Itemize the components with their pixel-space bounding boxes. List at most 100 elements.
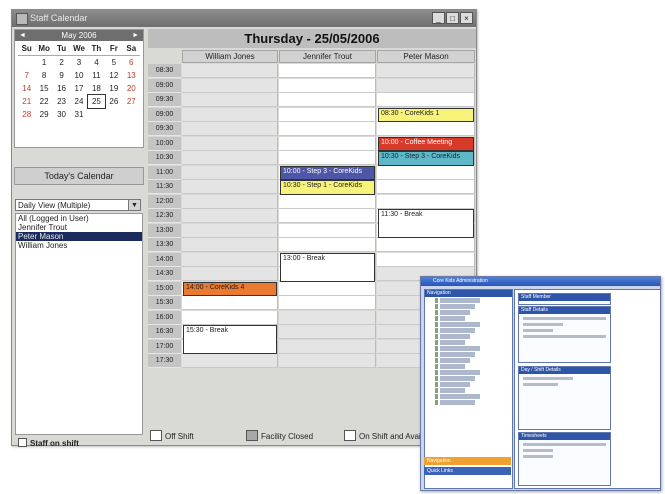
schedule-cell[interactable] (182, 93, 278, 107)
calendar-day[interactable]: 29 (35, 108, 52, 121)
maximize-button[interactable]: □ (446, 12, 459, 24)
minimize-button[interactable]: _ (432, 12, 445, 24)
checkbox-icon[interactable] (18, 438, 27, 447)
calendar-day[interactable]: 6 (123, 56, 140, 69)
calendar-day[interactable]: 10 (70, 69, 87, 82)
calendar-day[interactable]: 31 (70, 108, 87, 121)
calendar-day[interactable]: 15 (35, 82, 52, 95)
inset-nav-tree-item[interactable] (435, 316, 465, 321)
calendar-day[interactable]: 30 (53, 108, 70, 121)
calendar-day[interactable]: 20 (123, 82, 140, 95)
calendar-day[interactable]: 7 (18, 69, 35, 82)
schedule-cell[interactable] (279, 93, 376, 107)
calendar-day[interactable]: 22 (35, 95, 52, 108)
calendar-day[interactable]: 3 (70, 56, 87, 69)
schedule-cell[interactable] (377, 122, 475, 136)
view-select[interactable]: Daily View (Multiple) ▼ (15, 199, 141, 211)
inset-nav-tree-item[interactable] (435, 382, 470, 387)
inset-tab-quick-links[interactable]: Quick Links (424, 467, 511, 475)
inset-nav-tree-item[interactable] (435, 346, 480, 351)
inset-nav-tree-item[interactable] (435, 310, 470, 315)
inset-nav-tree-item[interactable] (435, 334, 470, 339)
schedule-cell[interactable] (182, 136, 278, 151)
title-bar[interactable]: Staff Calendar _ □ × (12, 10, 476, 27)
calendar-day[interactable]: 25 (86, 94, 107, 109)
appointment-block[interactable]: 11:30 - Break (378, 209, 474, 238)
calendar-day[interactable]: 12 (105, 69, 122, 82)
schedule-cell[interactable] (182, 354, 278, 368)
user-list-item[interactable]: William Jones (16, 241, 142, 250)
schedule-cell[interactable] (182, 194, 278, 209)
schedule-cell[interactable] (279, 281, 376, 296)
appointment-block[interactable]: 10:00 - Step 3 - CoreKids (280, 165, 375, 180)
schedule-cell[interactable] (182, 64, 278, 78)
schedule-cell[interactable] (279, 238, 376, 252)
appointment-block[interactable]: 10:30 - Step 1 - CoreKids (280, 180, 375, 195)
inset-nav-tree-item[interactable] (435, 394, 480, 399)
schedule-cell[interactable] (377, 93, 475, 107)
calendar-day[interactable]: 1 (35, 56, 52, 69)
user-list-item[interactable]: Peter Mason (16, 232, 142, 241)
schedule-cell[interactable] (182, 296, 278, 310)
chevron-down-icon[interactable]: ▼ (128, 200, 140, 210)
schedule-cell[interactable] (279, 223, 376, 238)
inset-nav-tree-item[interactable] (435, 400, 475, 405)
schedule-cell[interactable] (279, 78, 376, 93)
schedule-cell[interactable] (377, 165, 475, 180)
close-button[interactable]: × (460, 12, 473, 24)
calendar-day[interactable]: 18 (88, 82, 105, 95)
schedule-cell[interactable] (279, 354, 376, 368)
calendar-day[interactable]: 24 (70, 95, 87, 108)
calendar-day[interactable]: 2 (53, 56, 70, 69)
schedule-cell[interactable] (279, 209, 376, 223)
schedule-cell[interactable] (377, 78, 475, 93)
calendar-day[interactable]: 19 (105, 82, 122, 95)
schedule-cell[interactable] (279, 339, 376, 354)
schedule-cell[interactable] (182, 223, 278, 238)
schedule-cell[interactable] (182, 209, 278, 223)
next-month-button[interactable]: ► (132, 30, 139, 41)
calendar-day[interactable]: 28 (18, 108, 35, 121)
calendar-day[interactable]: 5 (105, 56, 122, 69)
schedule-cell[interactable] (377, 64, 475, 78)
schedule-cell[interactable] (377, 194, 475, 209)
appointment-block[interactable]: 08:30 - CoreKids 1 (378, 107, 474, 122)
inset-nav-tree-item[interactable] (435, 364, 465, 369)
inset-tab-navigation[interactable]: Navigation (424, 457, 511, 465)
schedule-cell[interactable] (279, 107, 376, 122)
inset-nav-tree-item[interactable] (435, 304, 475, 309)
calendar-day[interactable]: 13 (123, 69, 140, 82)
calendar-day[interactable]: 11 (88, 69, 105, 82)
inset-nav-tree-item[interactable] (435, 328, 475, 333)
inset-nav-tree-item[interactable] (435, 340, 465, 345)
calendar-day[interactable]: 4 (88, 56, 105, 69)
inset-nav-tree-item[interactable] (435, 358, 470, 363)
prev-month-button[interactable]: ◄ (19, 30, 26, 41)
schedule-cell[interactable] (279, 151, 376, 165)
appointment-block[interactable]: 13:00 - Break (280, 252, 375, 282)
schedule-cell[interactable] (279, 296, 376, 310)
calendar-day[interactable]: 27 (123, 95, 140, 108)
inset-nav-tree-item[interactable] (435, 376, 475, 381)
calendar-day[interactable]: 21 (18, 95, 35, 108)
user-list-item[interactable]: Jennifer Trout (16, 223, 142, 232)
schedule-cell[interactable] (182, 310, 278, 325)
schedule-cell[interactable] (182, 107, 278, 122)
appointment-block[interactable]: 10:30 - Step 3 - CoreKids (378, 151, 474, 166)
schedule-cell[interactable] (377, 180, 475, 194)
calendar-day[interactable]: 17 (70, 82, 87, 95)
schedule-cell[interactable] (279, 122, 376, 136)
appointment-block[interactable]: 15:30 - Break (183, 325, 277, 354)
calendar-day[interactable]: 16 (53, 82, 70, 95)
schedule-cell[interactable] (279, 194, 376, 209)
schedule-cell[interactable] (377, 252, 475, 267)
calendar-day[interactable]: 14 (18, 82, 35, 95)
schedule-cell[interactable] (182, 151, 278, 165)
schedule-cell[interactable] (377, 238, 475, 252)
schedule-cell[interactable] (182, 180, 278, 194)
schedule-cell[interactable] (279, 64, 376, 78)
inset-nav-tree-item[interactable] (435, 388, 465, 393)
schedule-cell[interactable] (279, 310, 376, 325)
appointment-block[interactable]: 10:00 - Coffee Meeting (378, 136, 474, 151)
schedule-cell[interactable] (182, 78, 278, 93)
